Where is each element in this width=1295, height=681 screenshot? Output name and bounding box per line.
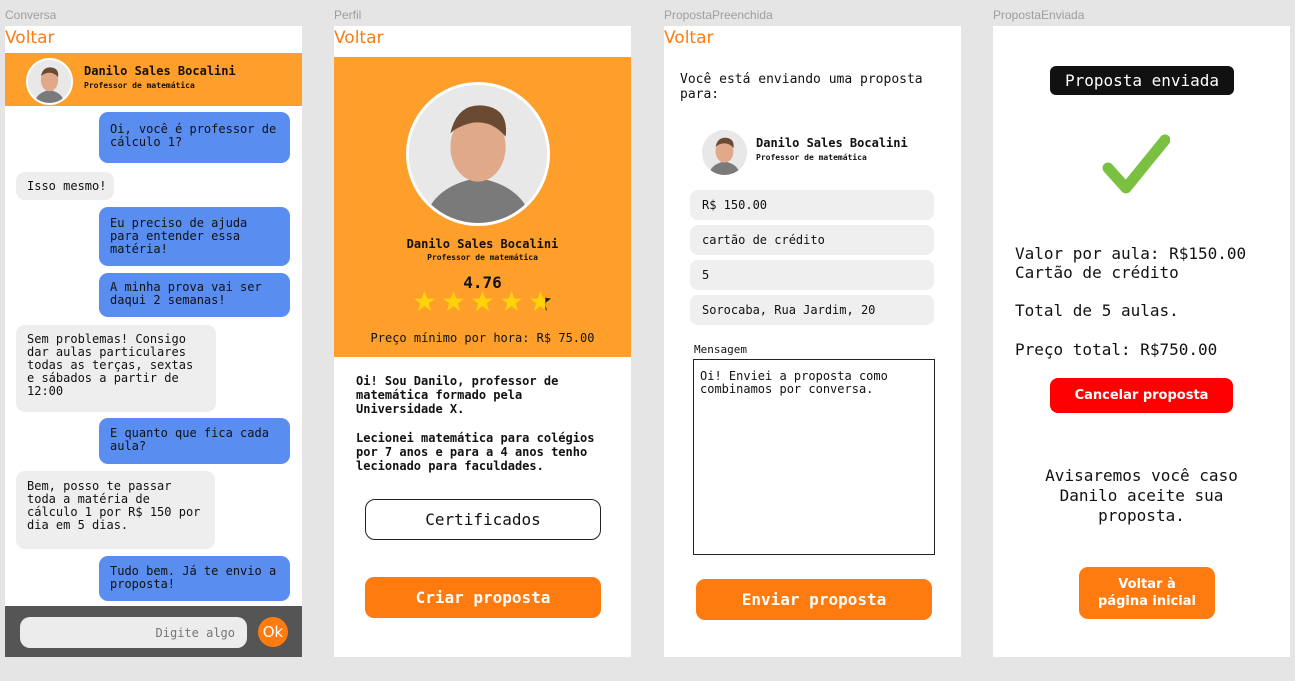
message-textarea[interactable]: Oi! Enviei a proposta como combinamos po… [693, 359, 935, 555]
chat-message: Sem problemas! Consigo dar aulas particu… [16, 325, 216, 412]
teacher-role: Professor de matemática [756, 153, 867, 162]
send-proposal-button[interactable]: Enviar proposta [696, 579, 932, 620]
chat-message: A minha prova vai ser daqui 2 semanas! [99, 273, 290, 317]
teacher-role: Professor de matemática [84, 81, 195, 90]
value-per-lesson: Valor por aula: R$150.00 [1015, 244, 1247, 263]
conversa-screen: Danilo Sales Bocalini Professor de matem… [5, 26, 302, 657]
bio-paragraph-1: Oi! Sou Danilo, professor de matemática … [356, 374, 559, 416]
star-icon [471, 290, 494, 312]
star-icon [413, 290, 436, 312]
frame-label-preenchida: PropostaPreenchida [664, 8, 773, 22]
frame-label-enviada: PropostaEnviada [993, 8, 1085, 22]
chat-message: E quanto que fica cada aula? [99, 418, 290, 464]
star-icon [500, 290, 523, 312]
min-price: Preço mínimo por hora: R$ 75.00 [370, 331, 595, 345]
back-link[interactable]: Voltar [664, 28, 714, 48]
send-button[interactable]: Ok [258, 617, 288, 647]
address-field[interactable]: Sorocaba, Rua Jardim, 20 [690, 295, 934, 325]
frame-label-conversa: Conversa [5, 8, 57, 22]
chat-message: Eu preciso de ajuda para entender essa m… [99, 207, 290, 266]
lessons-field[interactable]: 5 [690, 260, 934, 290]
perfil-screen: Voltar Danilo Sales Bocalini Professor d… [334, 26, 631, 657]
cancel-proposal-button[interactable]: Cancelar proposta [1050, 378, 1233, 413]
check-icon [1102, 134, 1170, 194]
certificates-button[interactable]: Certificados [365, 499, 601, 540]
sent-tag: Proposta enviada [1050, 66, 1234, 95]
message-label: Mensagem [694, 343, 747, 356]
teacher-avatar [26, 58, 73, 105]
proposta-preenchida-screen: Voltar Você está enviando uma proposta p… [664, 26, 961, 657]
frame-label-perfil: Perfil [334, 8, 362, 22]
home-button[interactable]: Voltar à página inicial [1079, 567, 1215, 619]
chat-message: Oi, você é professor de cálculo 1? [99, 112, 290, 163]
teacher-name: Danilo Sales Bocalini [406, 237, 559, 251]
total-lessons: Total de 5 aulas. [1015, 301, 1179, 320]
chat-input[interactable] [20, 617, 247, 648]
chat-input-bar: Ok [5, 606, 302, 657]
bio-paragraph-2: Lecionei matemática para colégios por 7 … [356, 431, 595, 473]
back-link[interactable]: Voltar [334, 28, 384, 48]
star-icon [529, 290, 552, 312]
teacher-avatar [406, 82, 550, 226]
proposal-intro: Você está enviando uma proposta para: [680, 72, 923, 102]
create-proposal-button[interactable]: Criar proposta [365, 577, 601, 618]
acceptance-notice: Avisaremos você caso Danilo aceite sua p… [1045, 466, 1238, 525]
chat-header: Danilo Sales Bocalini Professor de matem… [5, 53, 302, 106]
star-icon [442, 290, 465, 312]
teacher-avatar [702, 130, 747, 175]
teacher-name: Danilo Sales Bocalini [756, 136, 908, 150]
chat-message: Tudo bem. Já te envio a proposta! [99, 556, 290, 601]
payment-method: Cartão de crédito [1015, 263, 1179, 282]
price-field[interactable]: R$ 150.00 [690, 190, 934, 220]
payment-field[interactable]: cartão de crédito [690, 225, 934, 255]
total-price: Preço total: R$750.00 [1015, 340, 1218, 359]
proposta-enviada-screen: Proposta enviada Valor por aula: R$150.0… [993, 26, 1290, 657]
back-link[interactable]: Voltar [5, 28, 55, 48]
teacher-role: Professor de matemática [427, 253, 538, 262]
teacher-name: Danilo Sales Bocalini [84, 64, 236, 78]
chat-message: Isso mesmo! [16, 172, 115, 200]
chat-message: Bem, posso te passar toda a matéria de c… [16, 471, 215, 549]
